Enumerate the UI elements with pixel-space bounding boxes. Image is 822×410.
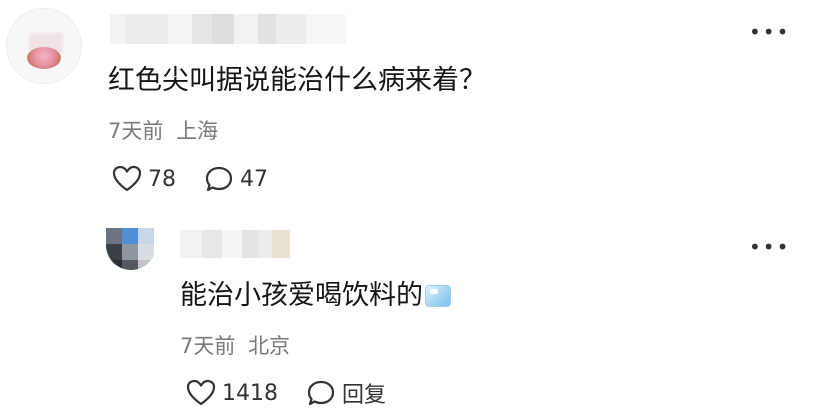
- more-dots-icon: •••: [749, 235, 791, 259]
- reply-username-redacted[interactable]: [180, 230, 290, 258]
- reply-actions: 1418 回复: [186, 376, 414, 410]
- reply-count-button[interactable]: 47: [204, 165, 268, 193]
- username-redacted[interactable]: [110, 14, 346, 44]
- heart-outline-icon: [112, 165, 142, 192]
- comment-actions: 78 47: [112, 162, 296, 196]
- like-button[interactable]: 78: [112, 165, 176, 193]
- reply-meta: 7天前 北京: [180, 331, 290, 361]
- like-count: 78: [148, 166, 176, 192]
- comment-location: 上海: [176, 119, 219, 143]
- reply-text-row: 能治小孩爱喝饮料的: [180, 277, 451, 315]
- speech-bubble-icon: [205, 166, 233, 192]
- comment-meta: 7天前 上海: [108, 116, 218, 146]
- reply-more-options-button[interactable]: •••: [749, 237, 790, 257]
- reply-avatar[interactable]: [106, 228, 156, 270]
- reply-button[interactable]: 回复: [306, 377, 386, 409]
- heart-outline-icon: [186, 379, 216, 406]
- reply-like-count: 1418: [222, 380, 278, 406]
- reply-count: 47: [240, 166, 268, 192]
- reply-like-button[interactable]: 1418: [186, 379, 278, 407]
- avatar-image: [27, 47, 61, 69]
- more-dots-icon: •••: [749, 20, 791, 44]
- reply-label: 回复: [342, 383, 387, 408]
- ice-cube-emoji: [425, 285, 451, 307]
- reply-time: 7天前: [180, 334, 236, 358]
- comment-text: 红色尖叫据说能治什么病来着？: [108, 65, 486, 96]
- reply-location: 北京: [248, 334, 291, 358]
- more-options-button[interactable]: •••: [749, 22, 790, 42]
- avatar[interactable]: [6, 8, 82, 84]
- comment-time: 7天前: [108, 119, 164, 143]
- speech-bubble-icon: [307, 380, 335, 406]
- reply-text: 能治小孩爱喝饮料的: [180, 280, 423, 311]
